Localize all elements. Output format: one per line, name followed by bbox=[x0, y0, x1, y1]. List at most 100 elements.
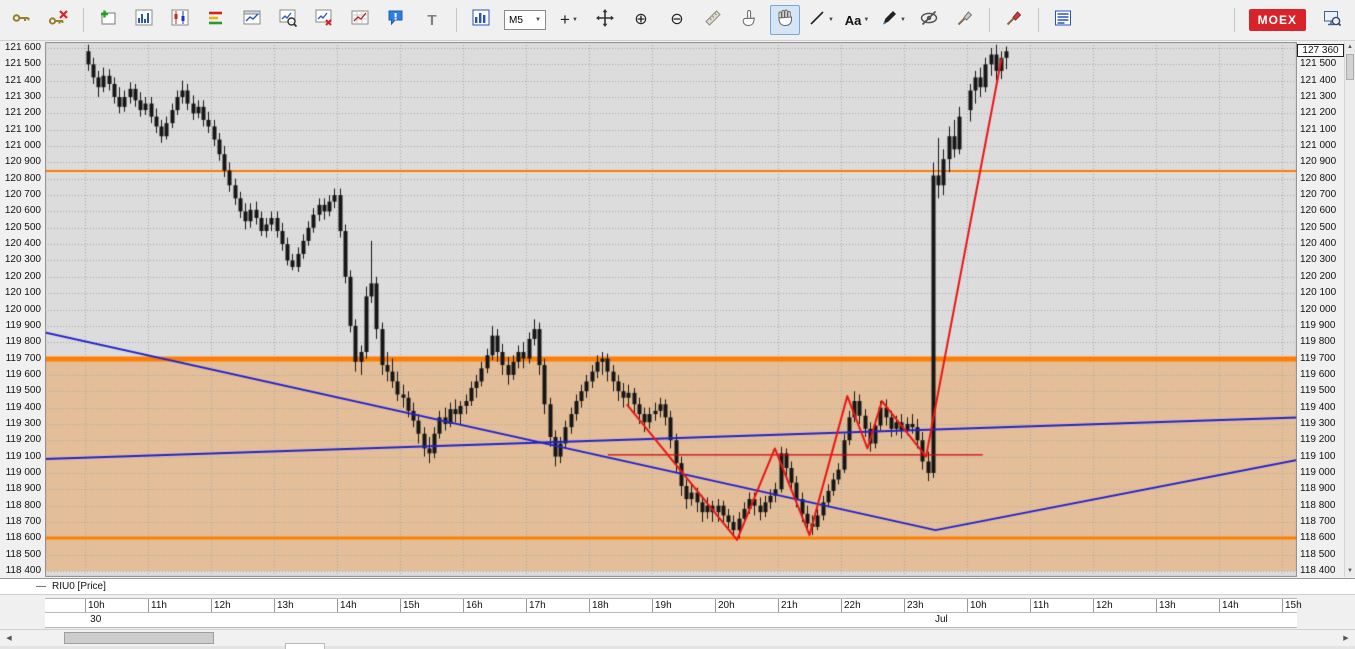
chevron-down-icon: ▼ bbox=[900, 17, 906, 23]
scroll-down-icon[interactable]: ▼ bbox=[1345, 566, 1355, 577]
time-tick bbox=[904, 599, 905, 612]
quotes-button[interactable] bbox=[201, 5, 231, 35]
price-tick-label: 121 500 bbox=[4, 58, 41, 70]
time-tick bbox=[85, 599, 86, 612]
date-label: Jul bbox=[934, 614, 948, 625]
chevron-down-icon: ▼ bbox=[828, 17, 834, 23]
chart-grid-button[interactable] bbox=[345, 5, 375, 35]
price-chart-canvas[interactable] bbox=[45, 42, 1297, 577]
pointer-button[interactable] bbox=[734, 5, 764, 35]
colored-rows-icon bbox=[207, 9, 225, 32]
price-tick-label: 118 600 bbox=[1300, 532, 1336, 544]
toolbar-separator bbox=[1233, 8, 1235, 32]
instrument-row: — RIU0 [Price] bbox=[0, 578, 1355, 595]
price-tick-label: 119 900 bbox=[5, 319, 41, 331]
vertical-scrollbar[interactable]: ▲ ▼ bbox=[1344, 42, 1355, 577]
price-tick-label: 121 100 bbox=[4, 123, 41, 135]
candle-chart-button[interactable] bbox=[165, 5, 195, 35]
price-tick-label: 119 200 bbox=[5, 434, 41, 446]
snapshot-button[interactable] bbox=[1317, 5, 1347, 35]
erase-button[interactable] bbox=[950, 5, 980, 35]
key-x-icon bbox=[48, 9, 70, 32]
pointing-hand-icon bbox=[740, 9, 758, 32]
time-tick bbox=[841, 599, 842, 612]
bar-chart-button[interactable] bbox=[129, 5, 159, 35]
time-tick bbox=[337, 599, 338, 612]
scroll-left-icon[interactable]: ◀ bbox=[2, 632, 16, 645]
crosshair-button[interactable]: + ▼ bbox=[554, 5, 584, 35]
key-icon bbox=[12, 9, 34, 32]
price-tick-label: 118 500 bbox=[5, 548, 41, 560]
hide-drawings-button[interactable] bbox=[914, 5, 944, 35]
new-chart-button[interactable] bbox=[93, 5, 123, 35]
time-tick bbox=[274, 599, 275, 612]
price-tick-label: 120 700 bbox=[1300, 189, 1337, 201]
zoom-out-button[interactable]: ⊖ bbox=[662, 5, 692, 35]
price-tick-label: 119 600 bbox=[1300, 368, 1336, 380]
price-tick-label: 118 800 bbox=[5, 499, 41, 511]
price-tick-label: 120 200 bbox=[1300, 270, 1337, 282]
toolbar-separator bbox=[83, 8, 84, 32]
time-tick bbox=[463, 599, 464, 612]
main-toolbar: T M5 ▼ + ▼ ⊕ ⊖ ▼ Aa ▼ ▼ MOEX bbox=[0, 0, 1355, 41]
font-button[interactable]: Aa ▼ bbox=[842, 5, 872, 35]
price-tick-label: 118 700 bbox=[5, 515, 41, 527]
time-tick-label: 21h bbox=[781, 600, 798, 611]
instrument-label: RIU0 [Price] bbox=[52, 581, 106, 592]
line-tool-button[interactable]: ▼ bbox=[806, 5, 836, 35]
price-tick-label: 119 700 bbox=[1300, 352, 1336, 364]
chart-delete-button[interactable] bbox=[309, 5, 339, 35]
zoom-in-icon: ⊕ bbox=[634, 11, 648, 28]
marker-pen-icon bbox=[880, 9, 898, 32]
chart-zoom-button[interactable] bbox=[273, 5, 303, 35]
scroll-up-icon[interactable]: ▲ bbox=[1345, 42, 1355, 53]
price-tick-label: 120 400 bbox=[1300, 238, 1337, 250]
price-tick-label: 119 500 bbox=[1300, 385, 1336, 397]
scroll-right-icon[interactable]: ▶ bbox=[1339, 632, 1353, 645]
time-tick-label: 19h bbox=[655, 600, 672, 611]
time-axis[interactable]: 10h 11h 12h 13h 14h 15h 16h 17h 18h 19h 20h 21h 22h 2… bbox=[45, 598, 1302, 613]
sheet-tab[interactable] bbox=[285, 643, 325, 649]
time-tick-label: 12h bbox=[1096, 600, 1113, 611]
horizontal-scrollbar[interactable]: ◀ ▶ bbox=[0, 629, 1355, 646]
font-icon: Aa bbox=[844, 12, 862, 28]
disconnect-button[interactable] bbox=[44, 5, 74, 35]
chart-delete-icon bbox=[315, 9, 333, 32]
price-tick-label: 120 000 bbox=[4, 303, 41, 315]
price-tick-label: 120 800 bbox=[4, 172, 41, 184]
price-tick-label: 119 700 bbox=[5, 352, 41, 364]
move-button[interactable] bbox=[590, 5, 620, 35]
pan-button[interactable] bbox=[770, 5, 800, 35]
chart-window-icon bbox=[243, 9, 261, 32]
price-tick-label: 119 800 bbox=[5, 336, 41, 348]
layout-button[interactable] bbox=[1048, 5, 1078, 35]
price-tick-label: 119 500 bbox=[5, 385, 41, 397]
text-note-button[interactable]: T bbox=[417, 5, 447, 35]
connect-button[interactable] bbox=[8, 5, 38, 35]
candle-chart-icon bbox=[171, 9, 189, 32]
indicator-button[interactable] bbox=[466, 5, 496, 35]
price-tick-label: 118 900 bbox=[1300, 483, 1336, 495]
clear-all-button[interactable] bbox=[999, 5, 1029, 35]
vertical-scrollbar-thumb[interactable] bbox=[1346, 54, 1354, 80]
price-tick-label: 119 100 bbox=[1300, 450, 1336, 462]
time-tick-label: 10h bbox=[970, 600, 987, 611]
moex-logo[interactable]: MOEX bbox=[1248, 9, 1306, 31]
price-tick-label: 120 000 bbox=[1300, 303, 1337, 315]
new-chart-icon bbox=[99, 9, 117, 32]
price-tick-label: 121 200 bbox=[1300, 107, 1337, 119]
price-tick-label: 119 000 bbox=[5, 466, 41, 478]
time-tick bbox=[1093, 599, 1094, 612]
price-tick-label: 119 900 bbox=[1300, 319, 1336, 331]
time-tick bbox=[715, 599, 716, 612]
price-tick-label: 121 000 bbox=[4, 140, 41, 152]
horizontal-scrollbar-thumb[interactable] bbox=[64, 632, 214, 644]
alert-button[interactable] bbox=[381, 5, 411, 35]
date-label: 30 bbox=[90, 614, 102, 625]
timeframe-select[interactable]: M5 ▼ bbox=[504, 10, 546, 30]
ruler-button[interactable] bbox=[698, 5, 728, 35]
zoom-in-button[interactable]: ⊕ bbox=[626, 5, 656, 35]
time-tick-label: 10h bbox=[88, 600, 105, 611]
marker-button[interactable]: ▼ bbox=[878, 5, 908, 35]
chart-window-button[interactable] bbox=[237, 5, 267, 35]
